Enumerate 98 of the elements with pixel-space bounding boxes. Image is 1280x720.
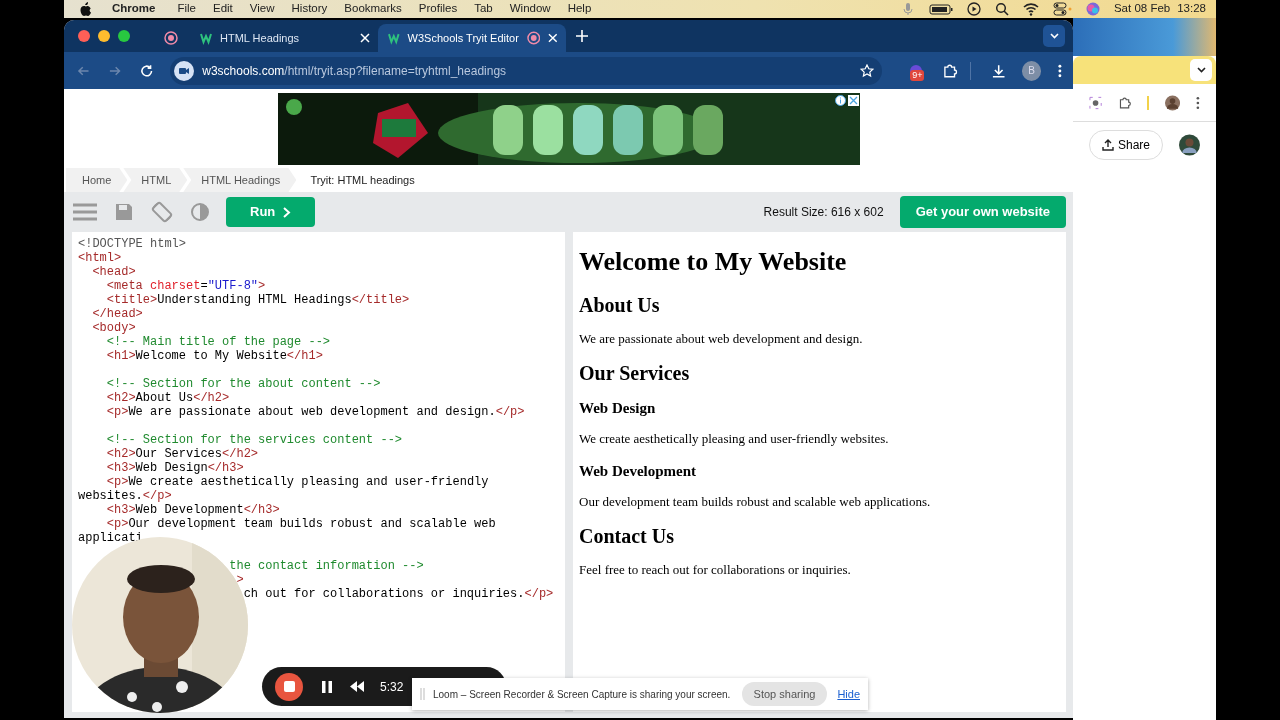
code-line: <h3>Web Development</h3>	[105, 503, 280, 517]
code-line: <!DOCTYPE html>	[78, 237, 187, 251]
chevron-icon	[283, 206, 292, 218]
menu-item[interactable]: Window	[509, 0, 551, 18]
page-heading: Welcome to My Website	[579, 247, 847, 277]
menu-icon[interactable]	[1057, 62, 1063, 79]
code-line: <h3>Web Design</h3>	[105, 461, 244, 475]
menu-item[interactable]: Profiles	[418, 0, 458, 18]
code-line: >	[235, 573, 244, 587]
hide-link[interactable]: Hide	[837, 685, 860, 703]
menu-item[interactable]: History	[291, 0, 328, 18]
code-line: <h2>Our Services</h2>	[105, 447, 259, 461]
close-icon[interactable]	[847, 95, 859, 106]
grip-icon[interactable]	[420, 688, 425, 700]
puzzle-icon[interactable]	[942, 62, 958, 79]
upload-icon	[1102, 139, 1114, 151]
chevron-icon	[1196, 67, 1206, 73]
code-line: <!-- Main title of the page -->	[105, 335, 331, 349]
tab-search-button[interactable]	[1043, 25, 1065, 47]
info-icon[interactable]	[834, 95, 846, 106]
code-line: <meta charset="UTF-8">	[105, 279, 266, 293]
notification-badge: 9+	[910, 69, 925, 81]
code-line: </head>	[91, 307, 143, 321]
maximize-window-button[interactable]	[118, 30, 130, 42]
code-line: the contact information -->	[228, 559, 424, 573]
code-line: <h2>About Us</h2>	[105, 391, 230, 405]
search-icon[interactable]	[994, 2, 1009, 16]
address-bar[interactable]: w3schools.com/html/tryit.asp?filename=tryhtml_headings	[170, 56, 883, 85]
browser-tab[interactable]: HTML Headings	[190, 24, 378, 52]
play-icon[interactable]	[966, 2, 981, 16]
breadcrumb-link[interactable]: Home	[66, 168, 128, 192]
breadcrumb-current: Tryit: HTML headings	[309, 173, 416, 188]
dropdown-button[interactable]	[1190, 59, 1212, 81]
menu-item[interactable]: Tab	[474, 0, 493, 18]
stop-button[interactable]	[275, 672, 303, 701]
menubar-time[interactable]: 13:28	[1177, 0, 1206, 18]
code-line: <body>	[91, 321, 136, 335]
section-heading: Our Services	[579, 362, 690, 384]
chevron-icon	[1049, 33, 1059, 39]
result-size-text: Result Size: 616 x 602	[763, 204, 884, 221]
code-line: <html>	[78, 251, 122, 265]
minimize-window-button[interactable]	[98, 30, 110, 42]
new-tab-icon[interactable]	[576, 30, 588, 42]
code-line: <p>Our development team builds robust and scalable web	[105, 517, 496, 531]
code-line: websites.</p>	[78, 489, 172, 503]
puzzle-icon[interactable]	[1118, 95, 1132, 110]
avatar[interactable]	[1179, 132, 1200, 158]
control-center-icon[interactable]	[1052, 2, 1072, 16]
code-line: <p>We create aesthetically pleasing and user-friendly	[105, 475, 489, 489]
apple-icon[interactable]	[78, 1, 92, 17]
menu-item[interactable]: Help	[567, 0, 592, 18]
code-line: <p>We are passionate about web development and design.</p>	[105, 405, 525, 419]
rewind-icon[interactable]	[350, 681, 364, 692]
subsection-heading: Web Design	[579, 399, 656, 417]
share-button[interactable]: Share	[1089, 130, 1164, 160]
record-icon	[164, 31, 178, 45]
code-line: <!-- Section for the services content -->	[105, 433, 403, 447]
app-menu[interactable]: Chrome	[112, 0, 156, 18]
w3-logo-icon	[388, 31, 400, 45]
breadcrumb-link[interactable]: HTML Headings	[183, 168, 297, 192]
download-icon[interactable]	[990, 62, 1006, 79]
camera-icon[interactable]	[174, 60, 195, 81]
paragraph: Our development team builds robust and scalable web applications.	[579, 494, 931, 510]
star-icon[interactable]	[860, 63, 875, 78]
w3-logo-icon	[200, 31, 212, 45]
paragraph: We create aesthetically pleasing and user-friendly websites.	[579, 431, 889, 447]
elapsed-time: 5:32	[380, 678, 404, 696]
code-line: ch out for collaborations or inquiries.</p>	[242, 587, 554, 601]
reload-icon[interactable]	[138, 62, 155, 79]
menu-item[interactable]: File	[177, 0, 196, 18]
section-heading: About Us	[579, 294, 660, 316]
code-line: <title>Understanding HTML Headings</title>	[105, 293, 410, 307]
menu-icon[interactable]	[1196, 95, 1200, 110]
code-line: <!-- Section for the about content -->	[105, 377, 381, 391]
code-line: <h1>Welcome to My Website</h1>	[105, 349, 323, 363]
paragraph: We are passionate about web development and design.	[579, 331, 863, 347]
menu-item[interactable]: Bookmarks	[344, 0, 402, 18]
lens-icon[interactable]	[1089, 95, 1103, 110]
paragraph: Feel free to reach out for collaborations or inquiries.	[579, 562, 851, 578]
sharing-message: Loom – Screen Recorder & Screen Capture is sharing your screen.	[433, 687, 731, 702]
browser-tab[interactable]: W3Schools Tryit Editor	[378, 24, 566, 52]
code-line: <head>	[91, 265, 136, 279]
wifi-icon[interactable]	[1022, 2, 1039, 16]
breadcrumb-link[interactable]: HTML	[123, 168, 188, 192]
subsection-heading: Web Development	[579, 462, 697, 480]
avatar[interactable]	[1165, 94, 1181, 111]
menu-item[interactable]: Edit	[213, 0, 233, 18]
battery-icon[interactable]	[928, 1, 953, 17]
close-window-button[interactable]	[78, 30, 90, 42]
pause-icon[interactable]	[322, 680, 332, 693]
stop-sharing-button[interactable]: Stop sharing	[741, 682, 828, 706]
menubar-date[interactable]: Sat 08 Feb	[1113, 0, 1171, 18]
section-heading: Contact Us	[579, 525, 674, 547]
url-text: w3schools.com/html/tryit.asp?filename=tryhtml_headings	[202, 62, 507, 80]
siri-icon[interactable]	[1085, 2, 1100, 16]
record-icon	[526, 31, 541, 45]
code-line: applicati	[78, 531, 143, 545]
menu-item[interactable]: View	[249, 0, 275, 18]
